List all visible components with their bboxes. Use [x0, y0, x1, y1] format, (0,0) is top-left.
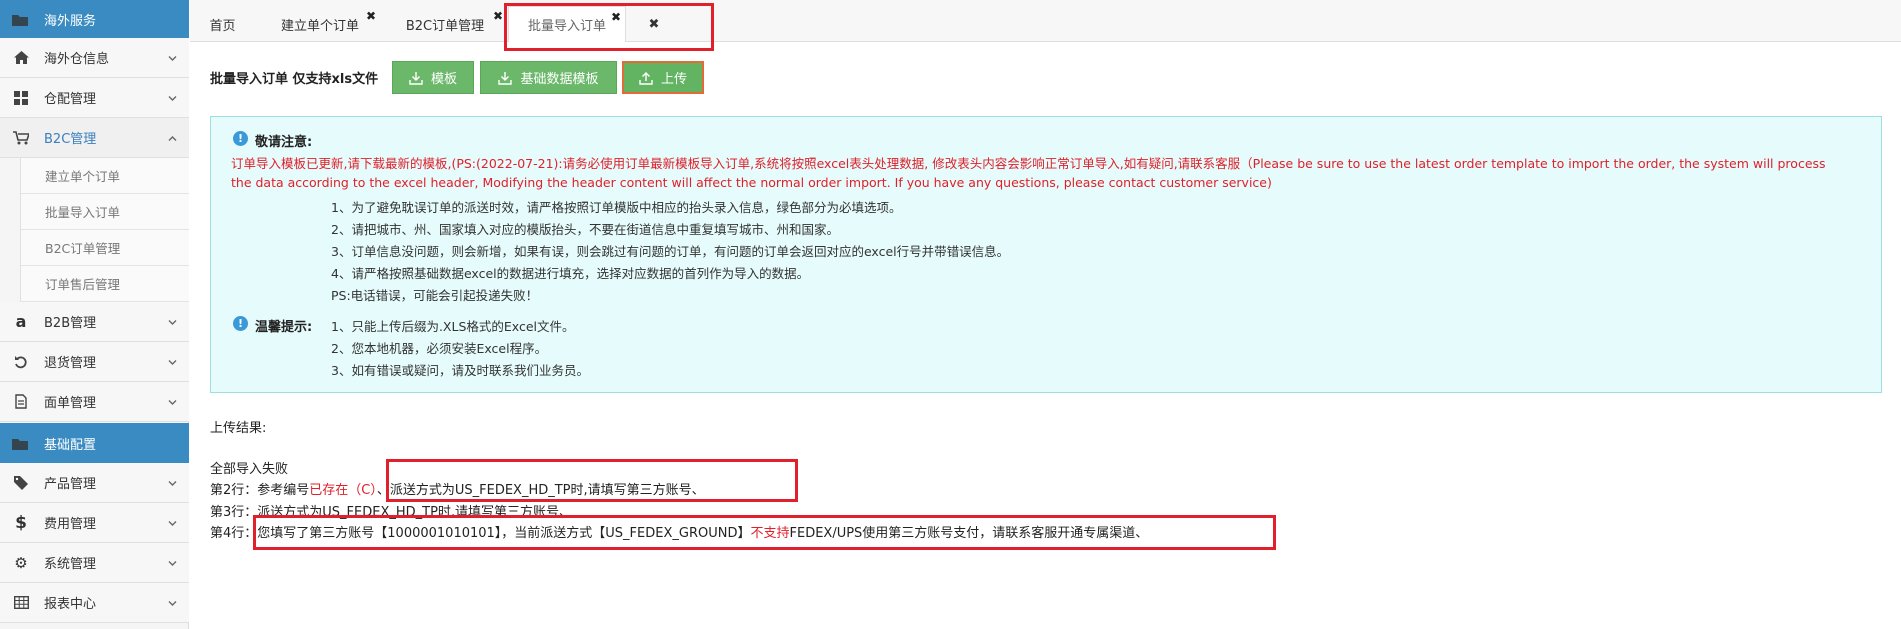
notice-title: 敬请注意: [255, 135, 313, 150]
template-download-button[interactable]: 模板 [392, 61, 474, 94]
notice-item: 1、为了避免耽误订单的派送时效，请严格按照订单模版中相应的抬头录入信息，绿色部分… [331, 200, 902, 215]
sidebar-section-label: 海外服务 [44, 13, 97, 29]
sidebar-item-products[interactable]: 产品管理 [0, 463, 189, 503]
tab-create-order[interactable]: 建立单个订单 ✖ [270, 6, 376, 42]
tip-title: 温馨提示: [255, 320, 313, 335]
tip-item: 3、如有错误或疑问，请及时联系我们业务员。 [331, 363, 589, 378]
folder-icon [12, 12, 28, 26]
button-label: 上传 [660, 72, 687, 87]
chevron-down-icon [168, 394, 177, 409]
info-icon: ! [233, 316, 248, 331]
chevron-down-icon [168, 595, 177, 610]
close-icon[interactable]: ✖ [366, 9, 376, 23]
base-data-template-button[interactable]: 基础数据模板 [480, 61, 617, 94]
highlight-box-tabs [504, 3, 714, 51]
tab-bar: 首页 建立单个订单 ✖ B2C订单管理 ✖ 批量导入订单 ✖ ✖ [190, 0, 1901, 42]
sidebar-subitem-after-sales[interactable]: 订单售后管理 [20, 266, 189, 302]
toolbar-label: 批量导入订单 仅支持xls文件 [210, 72, 379, 87]
tag-icon [12, 475, 30, 491]
notice-item: 2、请把城市、州、国家填入对应的模版抬头，不要在街道信息中重复填写城市、州和国家… [331, 222, 839, 237]
info-icon: ! [233, 131, 248, 146]
download-icon [498, 71, 513, 85]
gear-icon: ⚙ [14, 553, 28, 572]
chevron-down-icon [168, 354, 177, 369]
sidebar-item-label: 产品管理 [44, 477, 97, 492]
notice-item: 3、订单信息没问题，则会新增，如果有误，则会跳过有问题的订单，有问题的订单会返回… [331, 244, 1010, 259]
sidebar-subitem-b2c-orders[interactable]: B2C订单管理 [20, 230, 189, 266]
sidebar-item-returns[interactable]: 退货管理 [0, 342, 189, 382]
download-icon [409, 71, 423, 85]
chevron-down-icon [168, 50, 177, 65]
cart-icon [12, 130, 30, 146]
tip-item: 2、您本地机器，必须安装Excel程序。 [331, 341, 548, 356]
tip-item: 1、只能上传后缀为.XLS格式的Excel文件。 [331, 319, 575, 334]
upload-button[interactable]: 上传 [622, 61, 704, 94]
result-heading: 上传结果: [210, 421, 267, 436]
chevron-up-icon [168, 130, 177, 145]
result-summary: 全部导入失败 [210, 462, 289, 477]
sidebar-item-label: 系统管理 [44, 557, 97, 572]
undo-icon [12, 354, 30, 370]
folder-icon [12, 436, 28, 450]
tab-label: 建立单个订单 [280, 18, 359, 34]
sidebar-section-basic-config[interactable]: 基础配置 [0, 423, 189, 463]
result-text: 第2行：参考编号 [210, 483, 310, 498]
upload-icon [639, 71, 653, 85]
highlight-box-row-2 [386, 459, 798, 502]
sidebar-item-reports[interactable]: 报表中心 [0, 583, 189, 623]
sidebar-item-label: B2B管理 [44, 316, 97, 331]
close-icon[interactable]: ✖ [493, 9, 503, 23]
highlight-box-row-4 [253, 515, 1276, 550]
sidebar-item-system[interactable]: ⚙ 系统管理 [0, 543, 189, 583]
table-icon [12, 595, 30, 611]
chevron-down-icon [168, 475, 177, 490]
button-label: 基础数据模板 [520, 72, 599, 87]
sidebar-item-fulfillment[interactable]: 仓配管理 [0, 78, 189, 118]
notice-red-line-2: the data according to the excel header, … [231, 175, 1272, 190]
button-label: 模板 [430, 72, 457, 87]
sidebar-item-b2c[interactable]: B2C管理 [0, 118, 189, 158]
tab-label: B2C订单管理 [405, 18, 485, 34]
amazon-icon: a [15, 312, 27, 331]
sidebar: 海外服务 海外仓信息 仓配管理 B2C管理 建立单个订单 批量导入订单 B2C订… [0, 0, 189, 629]
sidebar-item-b2b[interactable]: a B2B管理 [0, 302, 189, 342]
sidebar-item-label: 报表中心 [44, 597, 97, 612]
grid-icon [12, 90, 30, 106]
chevron-down-icon [168, 555, 177, 570]
sidebar-section-label: 基础配置 [44, 437, 97, 453]
notice-item: PS:电话错误，可能会引起投递失败！ [331, 288, 539, 303]
document-icon [12, 394, 30, 410]
sidebar-item-label: 面单管理 [44, 396, 97, 411]
chevron-down-icon [168, 515, 177, 530]
chevron-down-icon [168, 90, 177, 105]
sidebar-item-label: B2C管理 [44, 132, 97, 147]
sidebar-subitem-batch-import[interactable]: 批量导入订单 [20, 194, 189, 230]
tab-label: 首页 [209, 18, 236, 34]
sidebar-section-overseas[interactable]: 海外服务 [0, 0, 189, 38]
home-icon [12, 50, 30, 66]
sidebar-item-labels[interactable]: 面单管理 [0, 382, 189, 422]
sidebar-item-label: 仓配管理 [44, 92, 97, 107]
result-error-text: 已存在（C） [309, 483, 377, 498]
notice-item: 4、请严格按照基础数据excel的数据进行填充，选择对应数据的首列作为导入的数据… [331, 266, 810, 281]
sidebar-subitem-create-order[interactable]: 建立单个订单 [20, 158, 189, 194]
dollar-icon: $ [15, 512, 27, 533]
tab-b2c-orders[interactable]: B2C订单管理 ✖ [395, 6, 503, 42]
sidebar-item-label: 退货管理 [44, 356, 97, 371]
sidebar-item-fees[interactable]: $ 费用管理 [0, 503, 189, 543]
chevron-down-icon [168, 314, 177, 329]
notice-red-line-1: 订单导入模板已更新,请下载最新的模板,(PS:(2022-07-21):请务必使… [231, 156, 1826, 171]
tab-home[interactable]: 首页 [200, 6, 245, 42]
sidebar-item-label: 费用管理 [44, 517, 97, 532]
notice-panel: ! 敬请注意: 订单导入模板已更新,请下载最新的模板,(PS:(2022-07-… [210, 116, 1882, 393]
sidebar-item-warehouse-info[interactable]: 海外仓信息 [0, 38, 189, 78]
sidebar-item-label: 海外仓信息 [44, 52, 110, 67]
